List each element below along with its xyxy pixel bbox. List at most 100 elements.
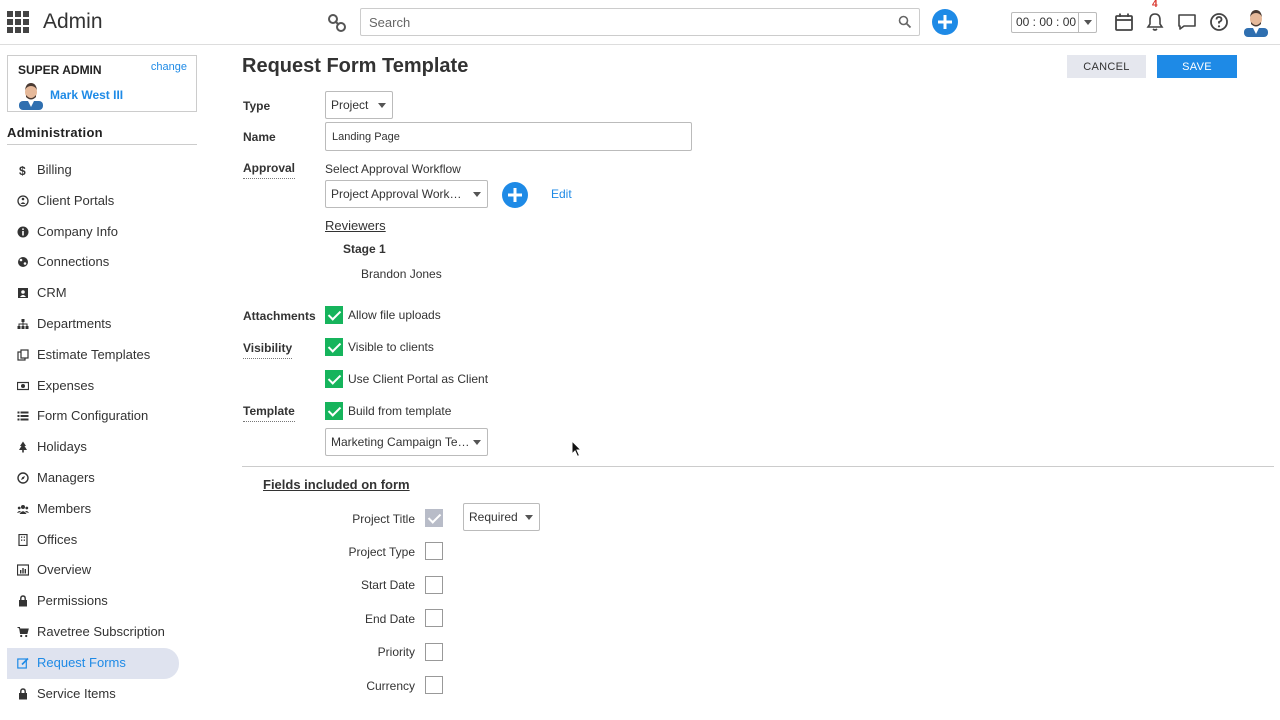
main-content: Request Form Template CANCEL SAVE Type P… [242,46,1274,720]
sidebar-item-overview[interactable]: Overview [7,555,179,586]
portal-icon [17,195,29,207]
field-label-currency: Currency [366,679,415,693]
search-input[interactable] [361,9,881,35]
approval-label: Approval [243,161,296,179]
sidebar-item-expenses[interactable]: Expenses [7,371,179,402]
change-link[interactable]: change [151,61,187,73]
field-label-project-type: Project Type [348,545,415,559]
field-label-priority: Priority [377,645,415,659]
type-value: Project [331,98,369,112]
building-icon [18,533,28,546]
sidebar-item-label: Permissions [37,593,108,609]
admin-card: SUPER ADMIN change Mark West III [7,55,197,112]
timer-caret [1078,13,1096,32]
project-title-checkbox [425,509,443,527]
sidebar-item-connections[interactable]: Connections [7,247,179,278]
sidebar-item-estimate-templates[interactable]: Estimate Templates [7,340,179,371]
client-portal-checkbox[interactable] [325,370,343,388]
approval-workflow-select[interactable]: Project Approval Work… [325,180,488,208]
sidebar-item-members[interactable]: Members [7,494,179,525]
visible-clients-label: Visible to clients [348,340,434,354]
timer-dropdown[interactable]: 00 : 00 : 00 [1011,12,1097,33]
avatar [19,83,43,110]
sidebar-item-ravetree-subscription[interactable]: Ravetree Subscription [7,617,179,648]
cancel-button[interactable]: CANCEL [1067,55,1146,78]
sidebar: SUPER ADMIN change Mark West III Adminis… [0,46,205,720]
start-date-checkbox[interactable] [425,576,443,594]
visible-clients-checkbox[interactable] [325,338,343,356]
sidebar-item-form-configuration[interactable]: Form Configuration [7,401,179,432]
sidebar-item-request-forms[interactable]: Request Forms [7,647,179,679]
bar-chart-icon [17,564,29,576]
reviewers-link[interactable]: Reviewers [325,218,386,233]
sidebar-item-label: CRM [37,285,67,301]
connections-icon [18,257,28,268]
chat-icon[interactable] [1177,12,1197,32]
sidebar-item-client-portals[interactable]: Client Portals [7,186,179,217]
lock-icon [19,687,27,700]
user-avatar-icon[interactable] [1242,7,1270,37]
admin-nav: $ Billing Client Portals Company Info Con… [7,155,179,709]
type-select[interactable]: Project [325,91,393,119]
sidebar-item-label: Request Forms [37,654,126,670]
list-icon [17,411,29,421]
save-button[interactable]: SAVE [1157,55,1237,78]
sidebar-item-label: Estimate Templates [37,346,151,362]
calendar-icon[interactable] [1114,12,1134,32]
sidebar-item-permissions[interactable]: Permissions [7,586,179,617]
project-title-requirement-select[interactable]: Required [463,503,540,531]
timer-value: 00 : 00 : 00 [1016,15,1077,29]
app-title: Admin [43,10,103,33]
sidebar-item-service-items[interactable]: Service Items [7,679,179,710]
sidebar-item-label: Overview [37,562,92,578]
user-name-link[interactable]: Mark West III [50,88,123,102]
section-divider [7,144,197,145]
currency-checkbox[interactable] [425,676,443,694]
template-label: Template [243,404,295,422]
sidebar-item-crm[interactable]: CRM [7,278,179,309]
template-select[interactable]: Marketing Campaign Te… [325,428,488,456]
end-date-checkbox[interactable] [425,609,443,627]
copy-icon [17,349,29,361]
field-label-project-title: Project Title [352,512,415,526]
stage-label: Stage 1 [343,242,386,256]
apps-grid-icon[interactable] [7,11,29,33]
sidebar-item-label: Members [37,500,92,516]
page-title: Request Form Template [242,55,469,77]
sidebar-item-offices[interactable]: Offices [7,525,179,556]
add-workflow-icon[interactable] [502,182,528,208]
contact-card-icon [18,288,28,299]
requirement-value: Required [469,510,518,524]
sidebar-item-label: Departments [37,315,112,331]
svg-text:$: $ [19,164,26,176]
visibility-label: Visibility [243,341,293,359]
add-icon[interactable] [932,9,958,35]
project-type-checkbox[interactable] [425,542,443,560]
mouse-cursor-icon [571,440,583,458]
name-field[interactable] [325,122,692,151]
bell-icon[interactable] [1145,12,1165,32]
sidebar-item-label: Holidays [37,439,87,455]
type-label: Type [243,99,271,113]
edit-icon [17,657,29,669]
sidebar-item-company-info[interactable]: Company Info [7,217,179,248]
chevron-down-icon [1084,20,1092,25]
search-box [360,8,920,36]
build-template-checkbox[interactable] [325,402,343,420]
link-icon[interactable] [327,13,347,33]
template-value: Marketing Campaign Te… [331,435,470,449]
priority-checkbox[interactable] [425,643,443,661]
users-icon [17,504,29,514]
help-icon[interactable] [1209,12,1229,32]
sidebar-item-departments[interactable]: Departments [7,309,179,340]
field-label-start-date: Start Date [360,578,415,592]
sidebar-item-billing[interactable]: $ Billing [7,155,179,186]
client-portal-label: Use Client Portal as Client [348,372,489,386]
search-icon[interactable] [898,15,912,29]
allow-uploads-checkbox[interactable] [325,306,343,324]
edit-workflow-link[interactable]: Edit [551,187,572,201]
sidebar-item-managers[interactable]: Managers [7,463,179,494]
sidebar-item-label: Connections [37,254,110,270]
section-divider [242,466,1274,467]
sidebar-item-holidays[interactable]: Holidays [7,432,179,463]
